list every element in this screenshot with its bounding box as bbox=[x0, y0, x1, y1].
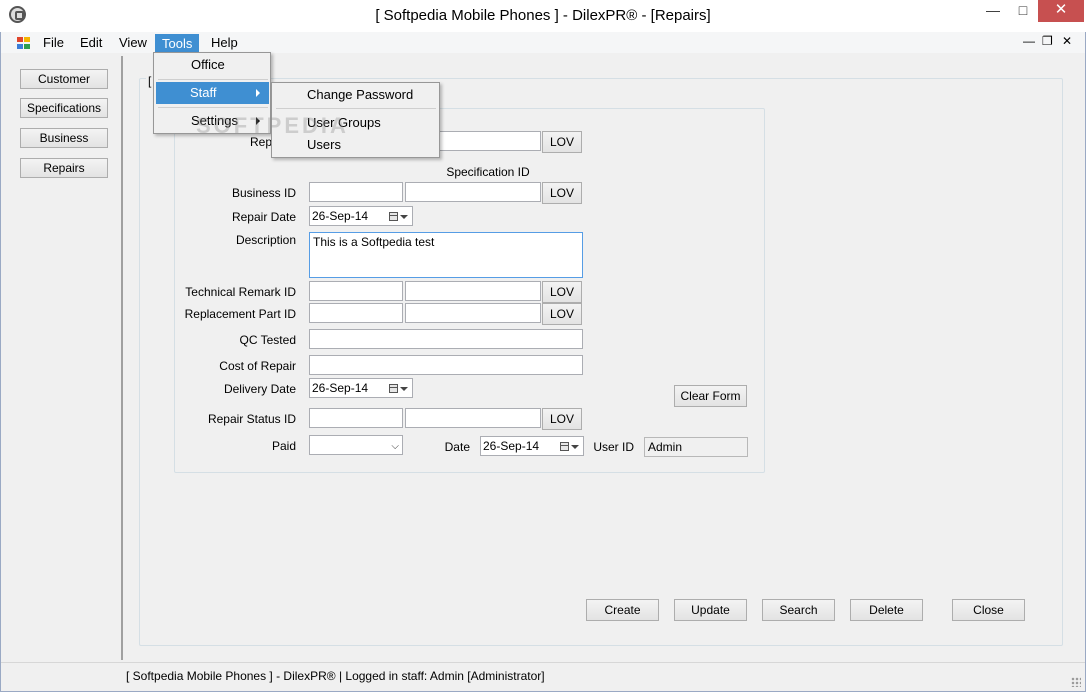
paid-select[interactable]: ⌵ bbox=[309, 435, 403, 455]
repair-status-lov-button[interactable]: LOV bbox=[542, 408, 582, 430]
user-id-label: User ID bbox=[593, 440, 634, 454]
resize-grip[interactable] bbox=[1071, 677, 1081, 687]
replacement-part-lov-button[interactable]: LOV bbox=[542, 303, 582, 325]
tools-staff-item[interactable]: Staff bbox=[156, 82, 269, 104]
repair-status-name-field[interactable] bbox=[405, 408, 541, 428]
close-button[interactable]: Close bbox=[952, 599, 1025, 621]
cost-of-repair-field[interactable] bbox=[309, 355, 583, 375]
replacement-part-id-field[interactable] bbox=[309, 303, 403, 323]
description-textarea[interactable]: This is a Softpedia test bbox=[309, 232, 583, 278]
delivery-date-picker[interactable]: 26-Sep-14 bbox=[309, 378, 413, 398]
repairs-button[interactable]: Repairs bbox=[20, 158, 108, 178]
delivery-date-value: 26-Sep-14 bbox=[312, 381, 369, 395]
cost-of-repair-label: Cost of Repair bbox=[219, 359, 296, 373]
business-id-lov-button[interactable]: LOV bbox=[542, 182, 582, 204]
description-label: Description bbox=[235, 233, 296, 247]
paid-label: Paid bbox=[271, 439, 296, 453]
title-bar[interactable]: [ Softpedia Mobile Phones ] - DilexPR® -… bbox=[0, 0, 1086, 32]
mdi-window-icon[interactable] bbox=[17, 37, 30, 49]
menu-separator bbox=[158, 107, 268, 108]
technical-remark-id-field[interactable] bbox=[309, 281, 403, 301]
menu-separator bbox=[158, 79, 268, 80]
menu-separator bbox=[276, 108, 436, 109]
status-bar: [ Softpedia Mobile Phones ] - DilexPR® |… bbox=[1, 662, 1085, 691]
repair-date-value: 26-Sep-14 bbox=[312, 209, 369, 223]
chevron-down-icon[interactable] bbox=[400, 215, 408, 219]
child-close-button[interactable]: ✕ bbox=[1062, 34, 1072, 48]
chevron-down-icon[interactable] bbox=[400, 387, 408, 391]
calendar-icon[interactable] bbox=[389, 384, 398, 393]
create-button[interactable]: Create bbox=[586, 599, 659, 621]
splitter[interactable] bbox=[121, 56, 123, 660]
repair-status-id-field[interactable] bbox=[309, 408, 403, 428]
business-id-label: Business ID bbox=[231, 186, 296, 200]
change-password-item[interactable]: Change Password bbox=[273, 84, 438, 106]
qc-tested-field[interactable] bbox=[309, 329, 583, 349]
window-title: [ Softpedia Mobile Phones ] - DilexPR® -… bbox=[375, 7, 711, 24]
date-label: Date bbox=[444, 440, 470, 454]
technical-remark-name-field[interactable] bbox=[405, 281, 541, 301]
replacement-part-name-field[interactable] bbox=[405, 303, 541, 323]
date-picker[interactable]: 26-Sep-14 bbox=[480, 436, 584, 456]
qc-tested-label: QC Tested bbox=[239, 333, 296, 347]
replacement-part-id-label: Replacement Part ID bbox=[184, 307, 296, 321]
menu-view[interactable]: View bbox=[113, 34, 153, 52]
child-restore-button[interactable]: ❐ bbox=[1042, 34, 1053, 48]
calendar-icon[interactable] bbox=[389, 212, 398, 221]
chevron-down-icon: ⌵ bbox=[391, 441, 399, 452]
repair-id-lov-button[interactable]: LOV bbox=[542, 131, 582, 153]
maximize-button[interactable]: □ bbox=[1008, 0, 1038, 22]
submenu-arrow-icon bbox=[256, 89, 260, 97]
repair-date-picker[interactable]: 26-Sep-14 bbox=[309, 206, 413, 226]
chevron-down-icon[interactable] bbox=[571, 445, 579, 449]
delete-button[interactable]: Delete bbox=[850, 599, 923, 621]
status-text: [ Softpedia Mobile Phones ] - DilexPR® |… bbox=[126, 669, 545, 683]
child-minimize-button[interactable]: — bbox=[1023, 34, 1035, 48]
menu-bar: File Edit View Tools Help — ❐ ✕ bbox=[1, 32, 1085, 53]
menu-help[interactable]: Help bbox=[205, 34, 244, 52]
update-button[interactable]: Update bbox=[674, 599, 747, 621]
business-id-field[interactable] bbox=[309, 182, 403, 202]
user-id-field: Admin bbox=[644, 437, 748, 457]
minimize-button[interactable]: — bbox=[978, 0, 1008, 22]
business-name-field[interactable] bbox=[405, 182, 541, 202]
date-value: 26-Sep-14 bbox=[483, 439, 540, 453]
menu-file[interactable]: File bbox=[37, 34, 70, 52]
close-window-button[interactable]: ✕ bbox=[1038, 0, 1084, 22]
customer-button[interactable]: Customer bbox=[20, 69, 108, 89]
repair-date-label: Repair Date bbox=[231, 210, 296, 224]
repair-status-id-label: Repair Status ID bbox=[207, 412, 296, 426]
menu-tools[interactable]: Tools bbox=[155, 34, 200, 52]
calendar-icon[interactable] bbox=[560, 442, 569, 451]
menu-edit[interactable]: Edit bbox=[74, 34, 108, 52]
search-button[interactable]: Search bbox=[762, 599, 835, 621]
delivery-date-label: Delivery Date bbox=[223, 382, 296, 396]
specifications-button[interactable]: Specifications bbox=[20, 98, 108, 118]
business-button[interactable]: Business bbox=[20, 128, 108, 148]
tools-office-item[interactable]: Office bbox=[155, 54, 269, 76]
technical-remark-lov-button[interactable]: LOV bbox=[542, 281, 582, 303]
softpedia-watermark: SOFTPEDIA bbox=[196, 113, 349, 138]
clear-form-button[interactable]: Clear Form bbox=[674, 385, 747, 407]
technical-remark-id-label: Technical Remark ID bbox=[185, 285, 296, 299]
specification-id-header: Specification ID bbox=[446, 165, 530, 179]
